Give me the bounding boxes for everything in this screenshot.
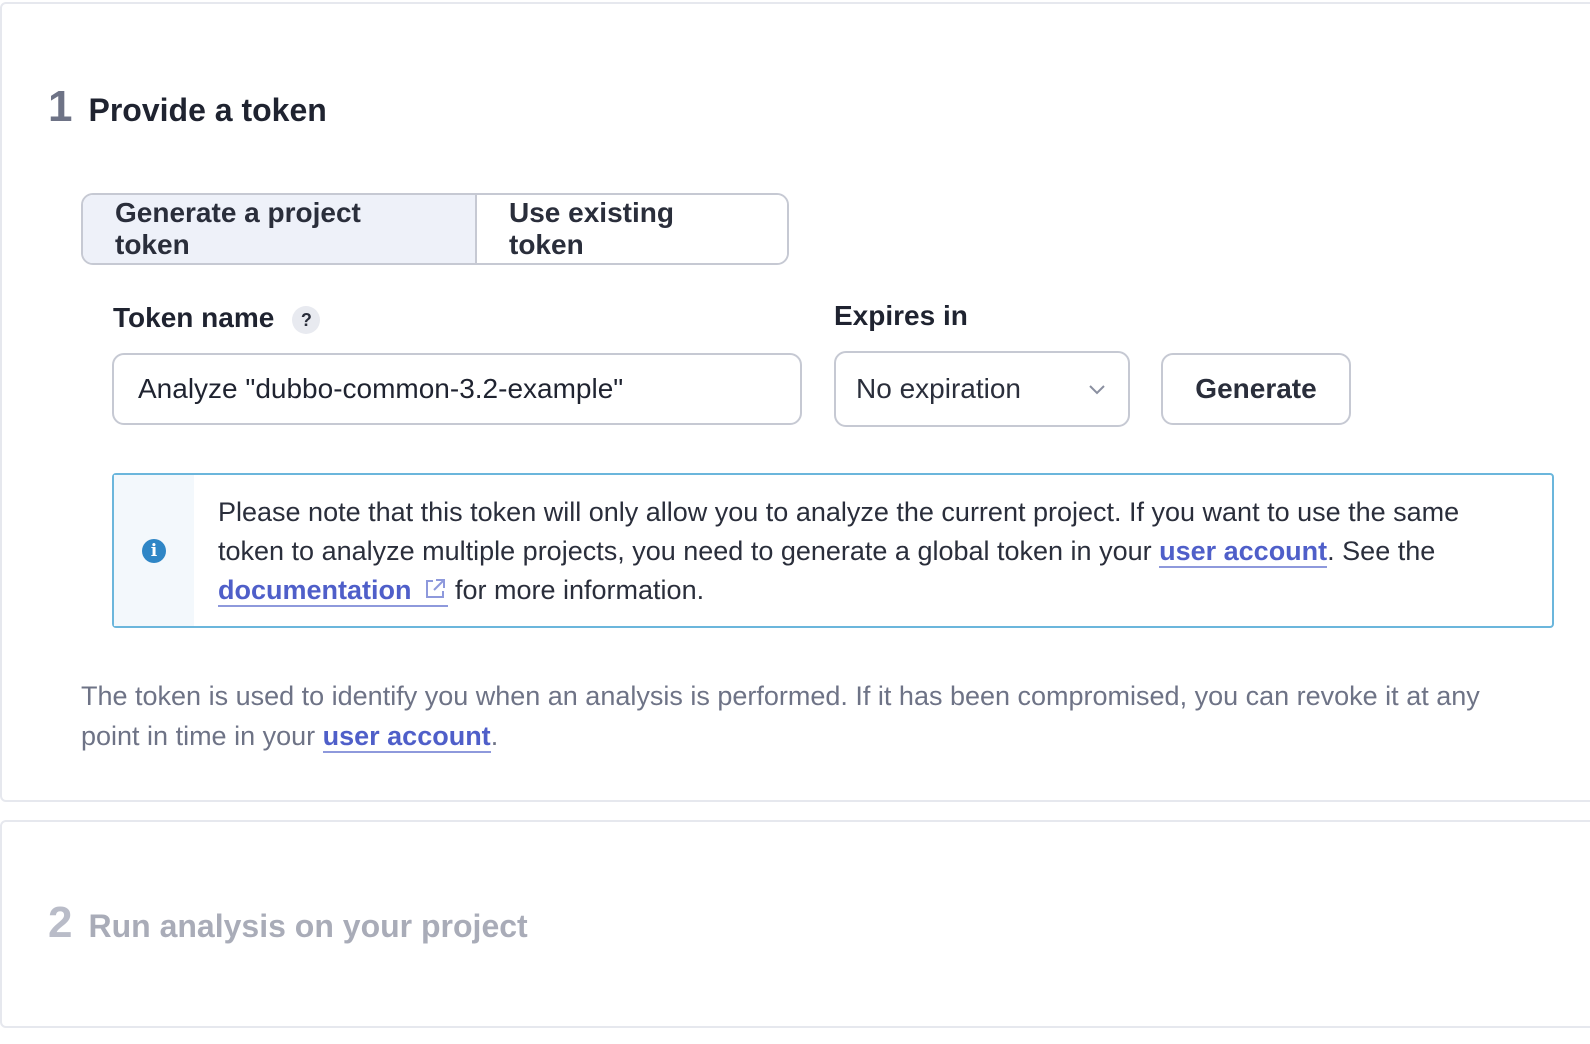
use-existing-token-tab[interactable]: Use existing token <box>477 195 787 263</box>
footnote-user-account-link[interactable]: user account <box>322 721 491 753</box>
question-mark-icon[interactable]: ? <box>292 306 321 334</box>
token-name-label-text: Token name <box>113 302 275 333</box>
external-link-icon <box>425 579 445 598</box>
token-name-input[interactable]: Analyze "dubbo-common-3.2-example" <box>112 353 802 425</box>
step-number: 1 <box>48 82 73 131</box>
step-2-heading[interactable]: 2 Run analysis on your project <box>48 898 528 948</box>
step-title: Provide a token <box>88 92 327 128</box>
step-number: 2 <box>48 898 73 947</box>
expires-in-label: Expires in <box>834 300 968 331</box>
footnote-text-part-2: . <box>490 721 499 751</box>
info-text-part-3: for more information. <box>447 575 705 605</box>
token-name-label: Token name ? <box>113 302 321 334</box>
info-alert-text: Please note that this token will only al… <box>194 475 1552 626</box>
token-footnote: The token is used to identify you when a… <box>81 676 1541 756</box>
generate-project-token-tab[interactable]: Generate a project token <box>83 195 477 263</box>
generate-button[interactable]: Generate <box>1161 353 1351 425</box>
expires-in-value: No expiration <box>856 373 1021 404</box>
step-title: Run analysis on your project <box>88 908 528 944</box>
documentation-link-label: documentation <box>218 575 412 605</box>
info-text-part-2: . See the <box>1327 536 1436 566</box>
info-alert: i Please note that this token will only … <box>112 473 1554 628</box>
info-icon: i <box>142 538 166 563</box>
expires-in-select[interactable]: No expiration <box>834 351 1130 427</box>
documentation-link[interactable]: documentation <box>218 575 448 607</box>
chevron-down-icon <box>1089 385 1105 395</box>
user-account-link[interactable]: user account <box>1159 536 1328 568</box>
token-name-value: Analyze "dubbo-common-3.2-example" <box>138 373 624 404</box>
footnote-text-part-1: The token is used to identify you when a… <box>81 681 1480 751</box>
token-mode-toggle: Generate a project token Use existing to… <box>81 193 789 265</box>
info-alert-gutter: i <box>114 475 194 626</box>
step-1-heading: 1 Provide a token <box>48 82 327 132</box>
